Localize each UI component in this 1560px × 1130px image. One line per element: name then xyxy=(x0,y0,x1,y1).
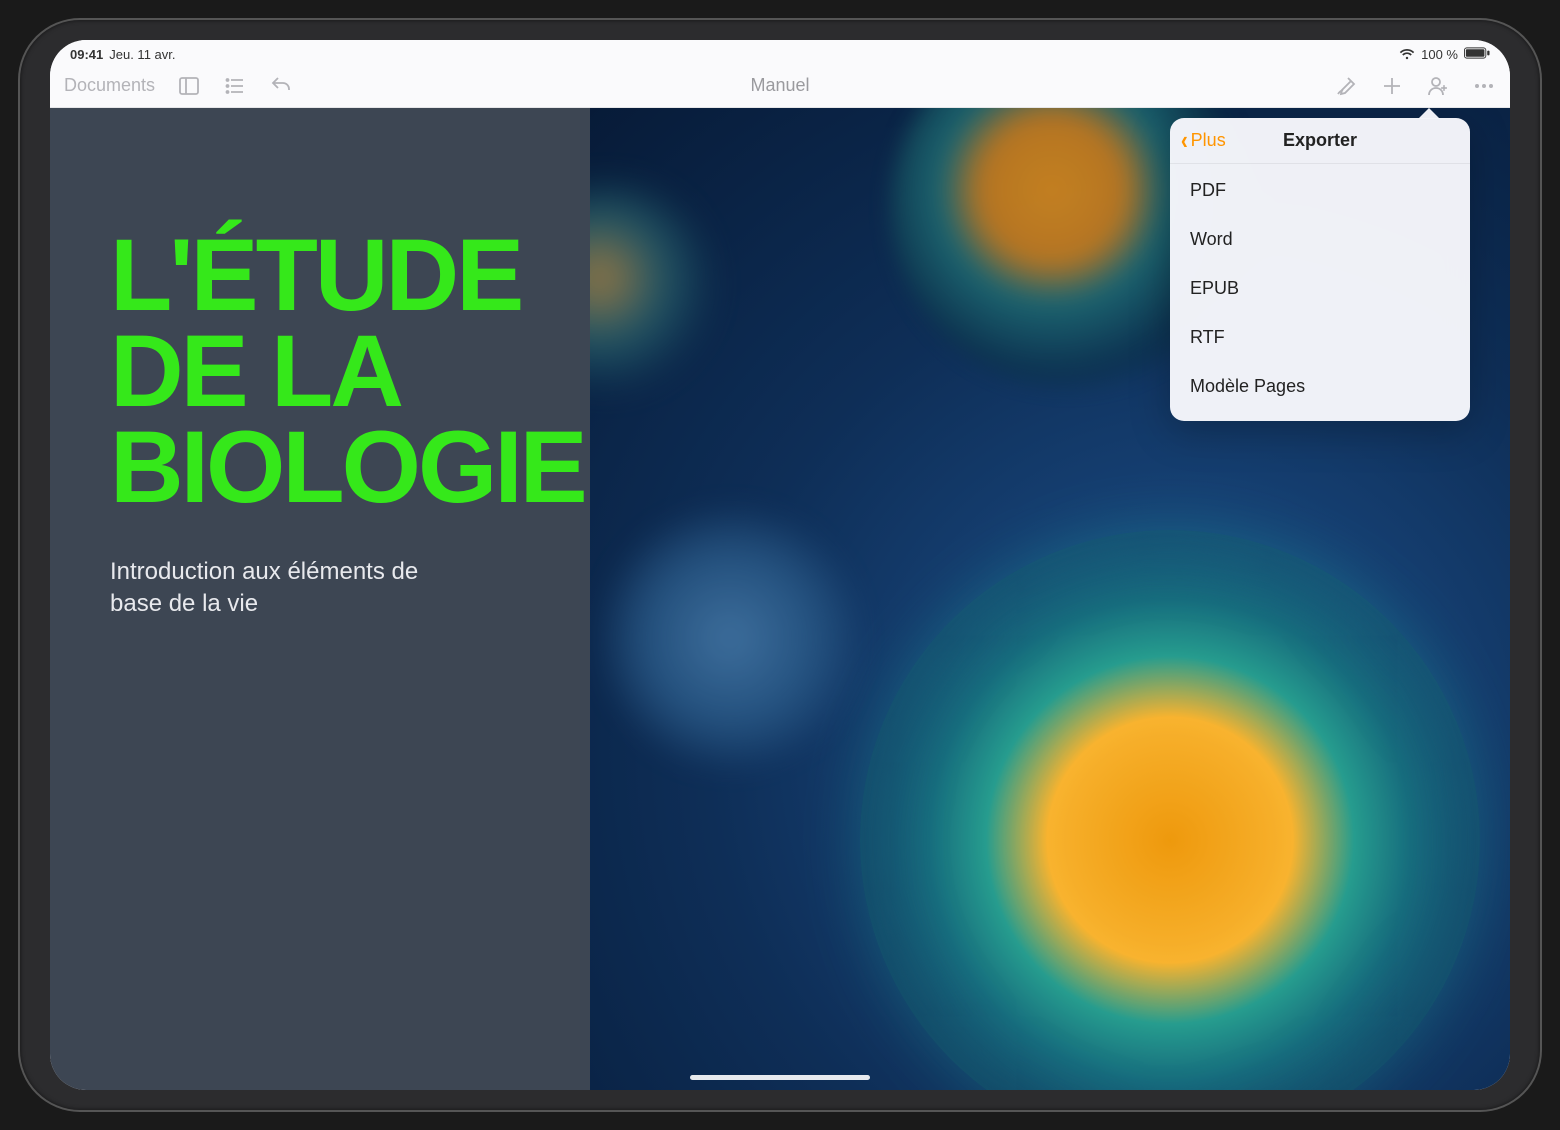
export-option-pages-template[interactable]: Modèle Pages xyxy=(1170,362,1470,411)
document-canvas[interactable]: L'ÉTUDE DE LA BIOLOGIE Introduction aux … xyxy=(50,108,1510,1090)
documents-back-button[interactable]: Documents xyxy=(64,75,155,96)
more-ellipsis-icon[interactable] xyxy=(1472,74,1496,98)
page-left-panel: L'ÉTUDE DE LA BIOLOGIE Introduction aux … xyxy=(50,108,590,1090)
document-main-title[interactable]: L'ÉTUDE DE LA BIOLOGIE xyxy=(110,228,540,516)
undo-icon[interactable] xyxy=(269,74,293,98)
cell-illustration xyxy=(860,530,1480,1090)
collaborate-icon[interactable] xyxy=(1426,74,1450,98)
popover-back-button[interactable]: ‹ Plus xyxy=(1180,130,1226,151)
export-options-list: PDF Word EPUB RTF Modèle Pages xyxy=(1170,164,1470,421)
export-option-rtf[interactable]: RTF xyxy=(1170,313,1470,362)
popover-back-label: Plus xyxy=(1191,130,1226,151)
list-view-icon[interactable] xyxy=(223,74,247,98)
export-option-epub[interactable]: EPUB xyxy=(1170,264,1470,313)
export-popover: ‹ Plus Exporter PDF Word EPUB RTF Modèle… xyxy=(1170,118,1470,421)
format-brush-icon[interactable] xyxy=(1334,74,1358,98)
battery-icon xyxy=(1464,47,1490,62)
export-option-word[interactable]: Word xyxy=(1170,215,1470,264)
cell-illustration xyxy=(590,188,710,388)
status-bar: 09:41 Jeu. 11 avr. 100 % xyxy=(50,40,1510,64)
ipad-frame: 09:41 Jeu. 11 avr. 100 % Documents xyxy=(20,20,1540,1110)
insert-plus-icon[interactable] xyxy=(1380,74,1404,98)
clock: 09:41 xyxy=(70,47,103,62)
chevron-left-icon: ‹ xyxy=(1181,133,1188,147)
home-indicator[interactable] xyxy=(690,1075,870,1080)
cell-illustration xyxy=(600,508,860,768)
date-label: Jeu. 11 avr. xyxy=(109,47,175,62)
panel-toggle-icon[interactable] xyxy=(177,74,201,98)
popover-title: Exporter xyxy=(1283,130,1357,151)
document-title: Manuel xyxy=(750,75,809,96)
wifi-icon xyxy=(1399,48,1415,60)
popover-header: ‹ Plus Exporter xyxy=(1170,118,1470,164)
document-subtitle[interactable]: Introduction aux éléments de base de la … xyxy=(110,556,470,621)
app-toolbar: Documents Manuel xyxy=(50,64,1510,108)
export-option-pdf[interactable]: PDF xyxy=(1170,166,1470,215)
screen: 09:41 Jeu. 11 avr. 100 % Documents xyxy=(50,40,1510,1090)
battery-label: 100 % xyxy=(1421,47,1458,62)
